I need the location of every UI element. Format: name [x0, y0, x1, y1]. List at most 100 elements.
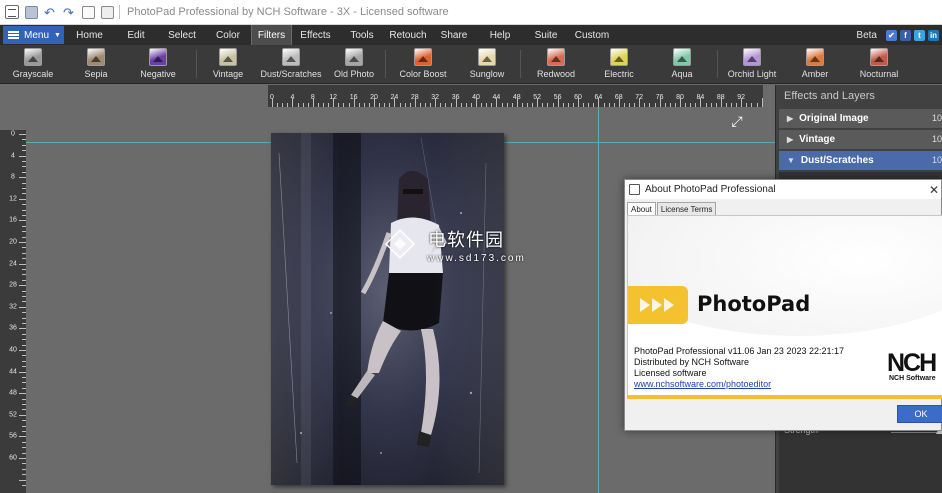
- tab-custom[interactable]: Custom: [569, 25, 615, 45]
- ruler-tick: [19, 134, 26, 135]
- linkedin-icon[interactable]: in: [928, 29, 939, 41]
- ruler-tick: [312, 98, 314, 107]
- app-menu-icon[interactable]: [5, 5, 19, 19]
- dialog-title: About PhotoPad Professional: [645, 184, 776, 195]
- filter-nocturnal-button[interactable]: Nocturnal: [847, 48, 911, 82]
- horizontal-ruler[interactable]: 0481216202428323640444852566064687276808…: [268, 85, 763, 107]
- licensed-line: Licensed software: [634, 368, 707, 378]
- filter-sunglow-button[interactable]: Sunglow: [455, 48, 519, 82]
- dialog-app-icon: [629, 184, 640, 195]
- tab-suite[interactable]: Suite: [523, 25, 569, 45]
- photo-canvas[interactable]: [271, 133, 504, 485]
- facebook-icon[interactable]: f: [900, 29, 911, 41]
- ruler-tick: [19, 155, 26, 157]
- toolbar-separator: [196, 50, 197, 78]
- tab-filters[interactable]: Filters: [251, 25, 292, 45]
- tab-color[interactable]: Color: [205, 25, 251, 45]
- chevron-right-icon[interactable]: ▶: [787, 135, 793, 144]
- watermark-logo-icon: [384, 228, 416, 260]
- copy-icon[interactable]: [101, 5, 114, 19]
- beta-label[interactable]: Beta: [856, 30, 877, 41]
- ruler-left-label: 16: [9, 216, 17, 224]
- title-separator: [119, 5, 120, 19]
- new-document-icon[interactable]: [82, 5, 95, 19]
- redo-icon[interactable]: ↷: [63, 6, 76, 19]
- layer-label: Original Image: [799, 113, 869, 124]
- dust-scratches-label: Dust/Scratches: [260, 69, 322, 79]
- ruler-tick: [639, 98, 641, 107]
- vertical-guide[interactable]: [598, 107, 599, 493]
- ruler-left-label: 52: [9, 411, 17, 419]
- ruler-left-label: 36: [9, 324, 17, 332]
- strength-slider[interactable]: [891, 432, 942, 433]
- tab-effects[interactable]: Effects: [292, 25, 339, 45]
- website-link[interactable]: www.nchsoftware.com/photoeditor: [634, 379, 771, 389]
- filter-aqua-button[interactable]: Aqua: [650, 48, 714, 82]
- nocturnal-icon: [870, 48, 888, 66]
- layer-dust-scratches[interactable]: ▼ Dust/Scratches 10: [779, 151, 942, 170]
- filter-vintage-button[interactable]: Vintage: [196, 48, 260, 82]
- ribbon-tabs: Home Edit Select Color Filters Effects Tools Re…: [66, 25, 615, 45]
- twitter-icon[interactable]: t: [914, 29, 925, 41]
- ruler-tick: [557, 98, 559, 107]
- filter-grayscale-button[interactable]: Grayscale: [1, 48, 65, 82]
- tab-edit[interactable]: Edit: [113, 25, 159, 45]
- main-menu-button[interactable]: Menu ▼: [3, 26, 64, 44]
- ruler-left-label: 20: [9, 238, 17, 246]
- filter-old-photo-button[interactable]: Old Photo: [322, 48, 386, 82]
- distributed-line: Distributed by NCH Software: [634, 357, 750, 367]
- nch-logo-sub: NCH Software: [889, 375, 936, 382]
- tab-help[interactable]: Help: [477, 25, 523, 45]
- filter-negative-button[interactable]: Negative: [126, 48, 190, 82]
- ruler-tick: [414, 98, 416, 107]
- ruler-tick: [19, 220, 26, 222]
- layer-original-image[interactable]: ▶ Original Image 10: [779, 109, 942, 128]
- filter-redwood-button[interactable]: Redwood: [524, 48, 588, 82]
- filter-dust-scratches-button[interactable]: Dust/Scratches: [259, 48, 323, 82]
- ruler-tick: [496, 98, 498, 107]
- old-photo-label: Old Photo: [333, 69, 375, 79]
- filter-color-boost-button[interactable]: Color Boost: [391, 48, 455, 82]
- fit-to-screen-icon[interactable]: ⤢: [730, 114, 744, 128]
- ruler-tick: [19, 371, 26, 373]
- title-bar: ↶ ↷ PhotoPad Professional by NCH Softwar…: [0, 0, 942, 25]
- layer-value: 10: [931, 113, 942, 123]
- tab-retouch[interactable]: Retouch: [385, 25, 431, 45]
- layer-vintage[interactable]: ▶ Vintage 10: [779, 130, 942, 149]
- main-menu-label: Menu: [24, 29, 50, 41]
- ruler-left-label: 60: [9, 454, 17, 462]
- tab-select[interactable]: Select: [159, 25, 205, 45]
- tab-home[interactable]: Home: [66, 25, 113, 45]
- window-title: PhotoPad Professional by NCH Software - …: [127, 6, 449, 18]
- ruler-tick: [19, 263, 26, 265]
- tab-tools[interactable]: Tools: [339, 25, 385, 45]
- ruler-tick: [374, 98, 375, 107]
- ruler-tick: [19, 328, 26, 330]
- product-name: PhotoPad: [697, 292, 811, 316]
- aqua-icon: [673, 48, 691, 66]
- ruler-tick: [680, 98, 681, 107]
- save-icon[interactable]: [25, 5, 38, 19]
- filter-electric-button[interactable]: Electric: [587, 48, 651, 82]
- undo-icon[interactable]: ↶: [44, 6, 57, 19]
- filter-orchid-light-button[interactable]: Orchid Light: [720, 48, 784, 82]
- ruler-tick: [659, 98, 661, 107]
- vertical-ruler[interactable]: 0 4 8 12 16 20 24 28 32 36 40 44 48 52 56 60: [0, 130, 26, 493]
- layer-list: ▶ Original Image 10 ▶ Vintage 10 ▼ Dust/Scratch…: [776, 109, 942, 170]
- chevron-right-icon[interactable]: ▶: [787, 114, 793, 123]
- about-dialog: About PhotoPad Professional ✕ About Lice…: [624, 179, 942, 431]
- toolbar-separator: [385, 50, 386, 78]
- thumbs-up-icon[interactable]: ✔: [886, 29, 897, 41]
- ok-button[interactable]: OK: [897, 405, 942, 423]
- filter-amber-button[interactable]: Amber: [783, 48, 847, 82]
- watermark-url: www.sd173.com: [427, 253, 526, 264]
- chevron-down-icon[interactable]: ▼: [787, 156, 795, 165]
- watermark: 电软件园 www.sd173.com: [382, 226, 526, 264]
- tab-share[interactable]: Share: [431, 25, 477, 45]
- filter-sepia-button[interactable]: Sepia: [64, 48, 128, 82]
- electric-label: Electric: [604, 69, 634, 79]
- close-icon[interactable]: ✕: [929, 183, 939, 197]
- ruler-left-label: 56: [9, 432, 17, 440]
- photopad-logo-icon: [628, 286, 688, 324]
- ruler-left-label: 12: [9, 195, 17, 203]
